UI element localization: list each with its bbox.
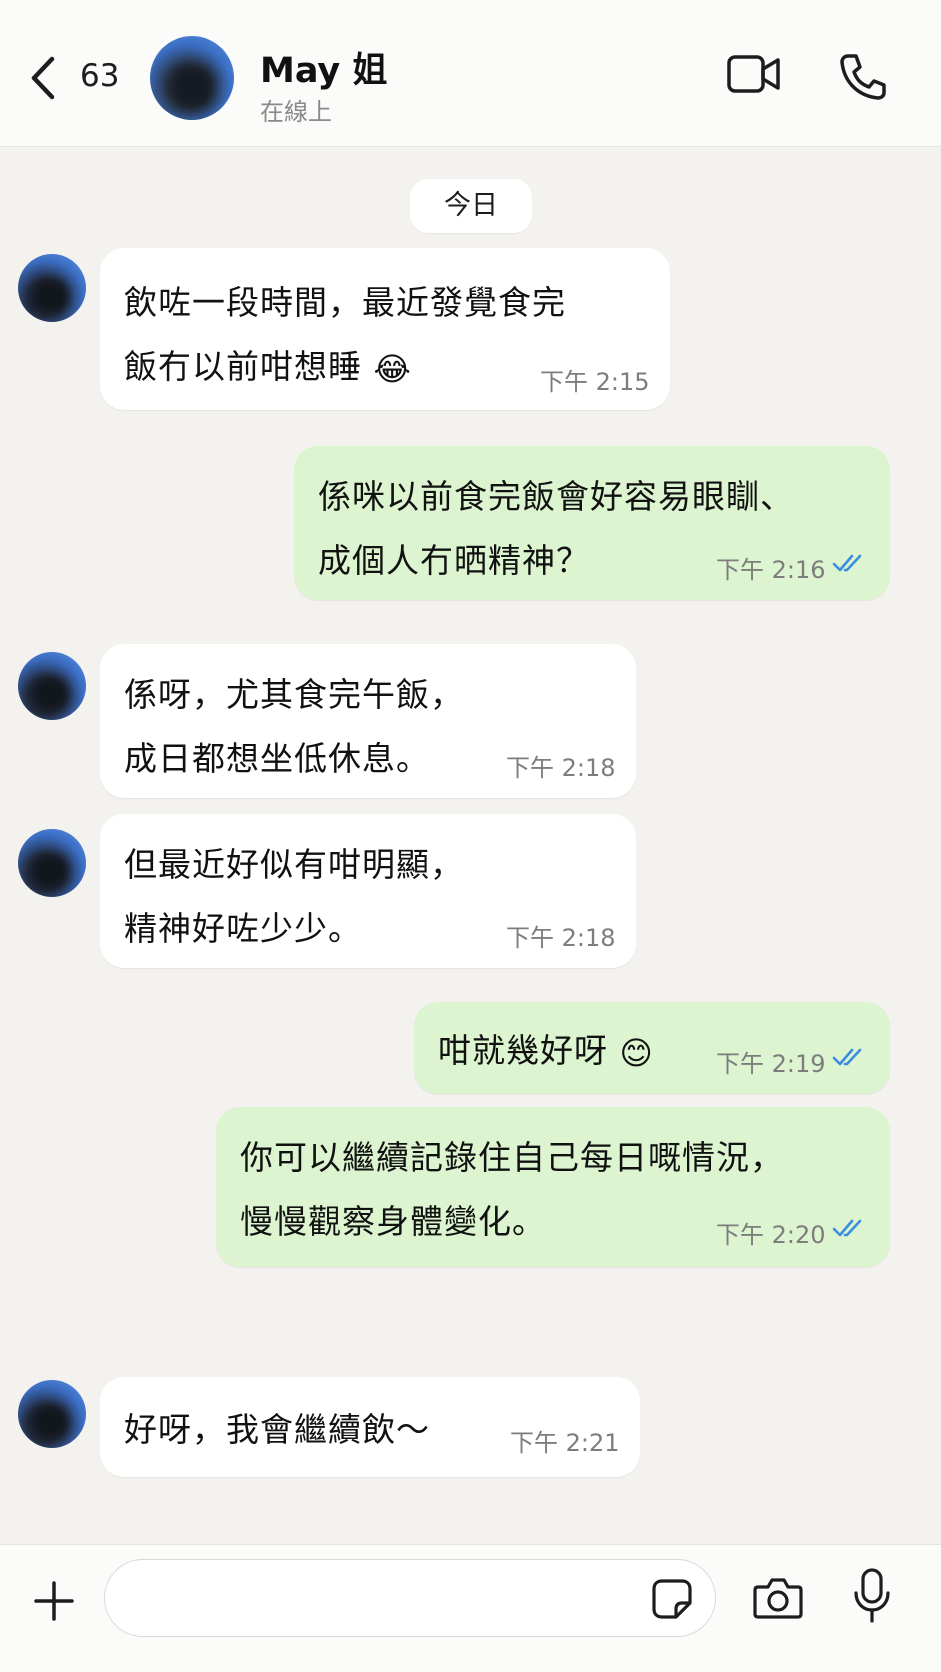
message-bubble-outgoing[interactable]: 係咪以前食完飯會好容易眼瞓、 成個人冇晒精神？ 下午 2:16 [294,446,890,600]
message-composer [0,1544,941,1672]
video-camera-icon [727,55,780,93]
chat-header: 63 May 姐 在線上 [0,0,941,147]
message-text: 係咪以前食完飯會好容易眼瞓、 [318,477,794,516]
double-check-icon [832,1048,862,1066]
double-check-icon [832,554,862,572]
message-time: 下午 2:15 [540,368,650,396]
message-text: 咁就幾好呀 😊 [438,1024,654,1072]
voice-message-button[interactable] [852,1567,892,1625]
message-time: 下午 2:18 [506,754,616,782]
message-text: 慢慢觀察身體變化。 [240,1202,546,1241]
message-input[interactable] [104,1559,716,1637]
chat-screen: 63 May 姐 在線上 今日 飲咗一段時間，最近發覺食完 飯冇以前咁想睡 😂 … [0,0,941,1672]
message-bubble-incoming[interactable]: 係呀，尤其食完午飯， 成日都想坐低休息。 下午 2:18 [100,644,636,798]
sender-avatar[interactable] [18,254,86,322]
video-call-button[interactable] [726,52,782,96]
unread-count: 63 [80,58,120,94]
message-text: 成個人冇晒精神？ [318,541,590,580]
message-text: 飲咗一段時間，最近發覺食完 [124,283,566,322]
message-bubble-outgoing[interactable]: 你可以繼續記錄住自己每日嘅情況， 慢慢觀察身體變化。 下午 2:20 [216,1107,890,1267]
message-list[interactable]: 今日 飲咗一段時間，最近發覺食完 飯冇以前咁想睡 😂 下午 2:15 係咪以前食… [0,147,941,1543]
message-text-part: 咁就幾好呀 [438,1031,608,1070]
message-time: 下午 2:20 [716,1221,826,1249]
back-button[interactable]: 63 [28,52,138,102]
message-bubble-incoming[interactable]: 但最近好似有咁明顯， 精神好咗少少。 下午 2:18 [100,814,636,968]
message-text: 係呀，尤其食完午飯， [124,675,464,714]
chevron-left-icon [31,56,55,100]
sender-avatar[interactable] [18,652,86,720]
message-text: 你可以繼續記錄住自己每日嘅情況， [240,1138,784,1177]
sender-avatar[interactable] [18,1380,86,1448]
contact-name[interactable]: May 姐 [260,42,387,93]
plus-icon [34,1581,74,1621]
attach-button[interactable] [32,1579,76,1623]
message-text-part: 飯冇以前咁想睡 [124,347,362,386]
contact-avatar[interactable] [150,36,234,120]
message-time: 下午 2:21 [510,1429,620,1457]
contact-status: 在線上 [260,98,332,126]
voice-call-button[interactable] [838,52,888,102]
message-text: 精神好咗少少。 [124,909,362,948]
double-check-icon [832,1219,862,1237]
message-text: 好呀，我會繼續飲～ [124,1410,430,1449]
message-text: 但最近好似有咁明顯， [124,845,464,884]
emoji-laughing: 😂 [373,349,412,388]
phone-icon [840,54,886,100]
message-text: 飯冇以前咁想睡 😂 [124,340,412,388]
message-bubble-incoming[interactable]: 好呀，我會繼續飲～ 下午 2:21 [100,1377,640,1477]
message-bubble-outgoing[interactable]: 咁就幾好呀 😊 下午 2:19 [414,1002,890,1094]
camera-button[interactable] [752,1573,804,1623]
sender-avatar[interactable] [18,829,86,897]
date-separator: 今日 [410,179,532,233]
camera-icon [753,1578,803,1619]
message-time: 下午 2:18 [506,924,616,952]
sticker-button[interactable] [650,1577,694,1621]
message-bubble-incoming[interactable]: 飲咗一段時間，最近發覺食完 飯冇以前咁想睡 😂 下午 2:15 [100,248,670,410]
message-time: 下午 2:19 [716,1050,826,1078]
microphone-icon [854,1568,890,1623]
emoji-smiling: 😊 [619,1033,654,1072]
message-text: 成日都想坐低休息。 [124,739,430,778]
message-time: 下午 2:16 [716,556,826,584]
sticker-icon [652,1579,692,1619]
